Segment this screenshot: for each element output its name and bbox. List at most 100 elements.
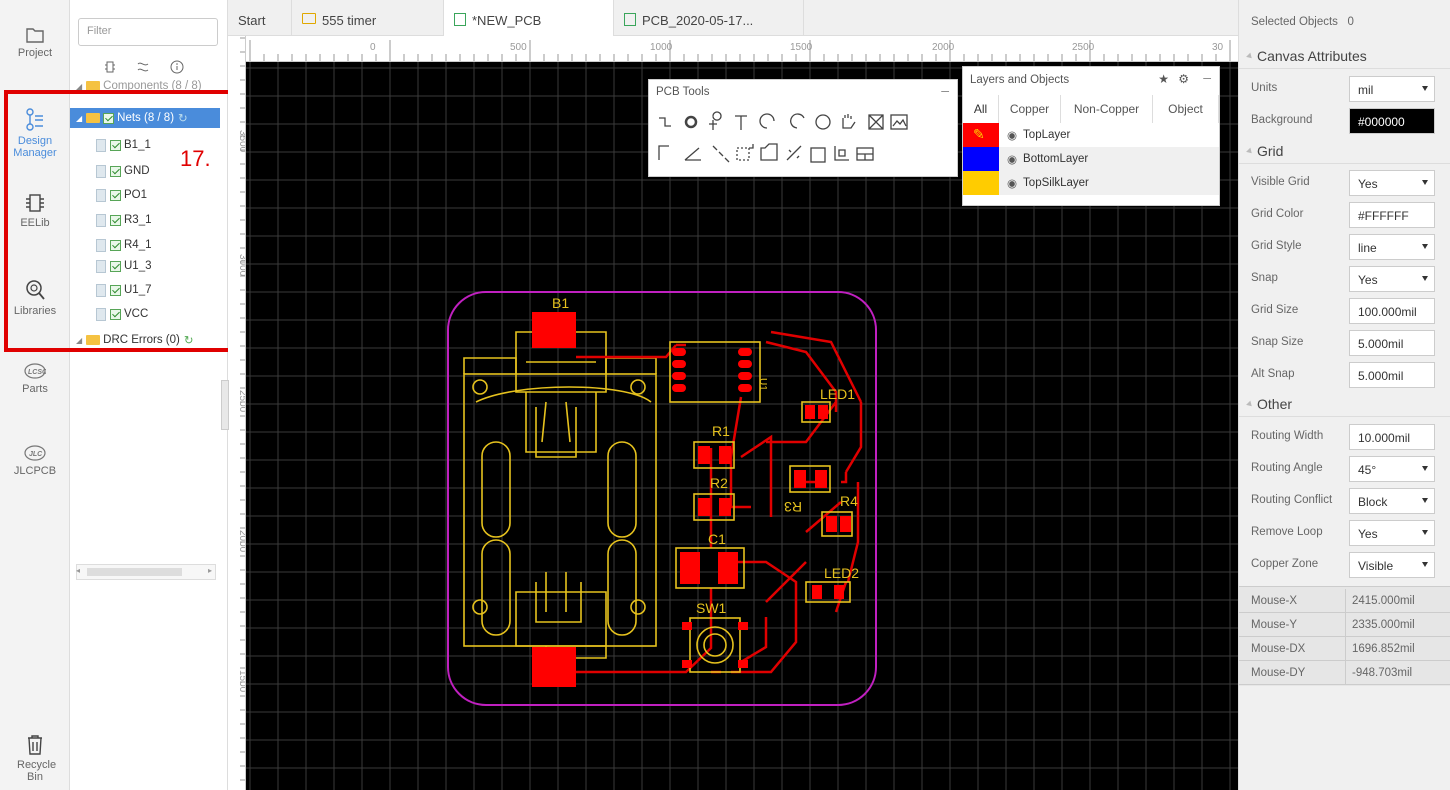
- sidebar-item-recycle-bin[interactable]: Recycle Bin: [0, 734, 70, 783]
- sidebar-item-parts[interactable]: LCSC Parts: [0, 362, 70, 395]
- canvas-origin-icon: [834, 146, 849, 161]
- routing-conflict-select[interactable]: Block: [1349, 488, 1435, 514]
- layer-color-swatch[interactable]: [963, 171, 999, 195]
- pin-icon[interactable]: ★: [1158, 72, 1169, 86]
- solid-region-icon: [760, 143, 778, 161]
- b1-pad-bottom[interactable]: [532, 647, 576, 687]
- routing-angle-select[interactable]: 45°: [1349, 456, 1435, 482]
- sw1-switch[interactable]: SW1: [682, 600, 748, 673]
- trash-icon: [28, 735, 42, 755]
- eye-icon[interactable]: ◉: [1007, 152, 1017, 166]
- arc-tool-icon: [759, 113, 775, 129]
- copper-traces[interactable]: [576, 330, 863, 674]
- routing-width-input[interactable]: 10.000mil: [1349, 424, 1435, 450]
- u1-ic[interactable]: U1: [669, 341, 768, 403]
- dimension-tool-icon: [658, 145, 669, 160]
- tab-object[interactable]: Object: [1153, 95, 1219, 123]
- prop-routing-angle: Routing Angle 45°: [1239, 452, 1450, 484]
- svg-text:LCSC: LCSC: [28, 369, 46, 376]
- tab-555-timer[interactable]: 555 timer: [292, 0, 444, 36]
- prop-routing-conflict: Routing Conflict Block: [1239, 484, 1450, 516]
- pcb-icon: [624, 13, 636, 26]
- prop-units: Units mil: [1239, 72, 1450, 104]
- info-icon[interactable]: [170, 60, 184, 74]
- grid-style-select[interactable]: line: [1349, 234, 1435, 260]
- tab-copper[interactable]: Copper: [999, 95, 1061, 123]
- led2[interactable]: LED2: [805, 565, 859, 603]
- mouse-x-row: Mouse-X 2415.000mil: [1239, 589, 1450, 613]
- r3-resistor[interactable]: R3: [784, 465, 831, 515]
- prop-grid-size: Grid Size 100.000mil: [1239, 294, 1450, 326]
- section-grid[interactable]: Grid: [1239, 138, 1450, 164]
- sidebar-label: Project: [17, 47, 53, 59]
- units-select[interactable]: mil: [1349, 76, 1435, 102]
- via-tool-icon: [709, 111, 722, 130]
- snap-select[interactable]: Yes: [1349, 266, 1435, 292]
- minimize-icon[interactable]: –: [1203, 69, 1211, 85]
- layer-color-swatch[interactable]: [963, 147, 999, 171]
- eye-icon[interactable]: ◉: [1007, 176, 1017, 190]
- folder-icon: [26, 28, 44, 43]
- eye-icon[interactable]: ◉: [1007, 128, 1017, 142]
- scrollbar-thumb[interactable]: [87, 568, 182, 576]
- r2-resistor[interactable]: R2: [693, 475, 735, 521]
- board-outline[interactable]: [447, 291, 877, 706]
- chevron-down-icon: [1422, 466, 1428, 471]
- minimize-icon[interactable]: –: [941, 82, 949, 98]
- visible-grid-select[interactable]: Yes: [1349, 170, 1435, 196]
- document-tabs: Start 555 timer *NEW_PCB PCB_2020-05-17.…: [228, 0, 1238, 36]
- net-icon[interactable]: [136, 60, 150, 74]
- tab-pcb-2020[interactable]: PCB_2020-05-17...: [614, 0, 804, 36]
- ruler-label: 30: [1212, 42, 1224, 53]
- prop-grid-style: Grid Style line: [1239, 230, 1450, 262]
- remove-loop-select[interactable]: Yes: [1349, 520, 1435, 546]
- tab-start[interactable]: Start: [228, 0, 292, 36]
- prop-routing-width: Routing Width 10.000mil: [1239, 420, 1450, 452]
- prop-background: Background #000000: [1239, 104, 1450, 136]
- mouse-y-row: Mouse-Y 2335.000mil: [1239, 613, 1450, 637]
- grid-size-input[interactable]: 100.000mil: [1349, 298, 1435, 324]
- left-panel-collapse-handle[interactable]: [221, 380, 229, 430]
- prop-snap-size: Snap Size 5.000mil: [1239, 326, 1450, 358]
- sidebar-item-project[interactable]: Project: [0, 26, 70, 59]
- background-color-field[interactable]: #000000: [1349, 108, 1435, 134]
- sidebar-item-jlcpcb[interactable]: JLC JLCPCB: [0, 444, 70, 477]
- prop-visible-grid: Visible Grid Yes: [1239, 166, 1450, 198]
- sidebar-label: Parts: [22, 383, 48, 395]
- gear-icon[interactable]: ⚙: [1178, 72, 1189, 86]
- rectangle-tool-icon: [810, 147, 826, 163]
- ruler-label: 2500: [237, 390, 246, 413]
- b1-label: B1: [552, 295, 569, 311]
- mouse-dy-row: Mouse-DY -948.703mil: [1239, 661, 1450, 685]
- grid-color-field[interactable]: #FFFFFF: [1349, 202, 1435, 228]
- layer-row-topsilk[interactable]: ◉ TopSilkLayer: [963, 171, 1219, 195]
- b1-pad-top[interactable]: [532, 312, 576, 348]
- sidebar-label: JLCPCB: [13, 465, 57, 477]
- annotation-highlight-box: 17.: [4, 90, 240, 352]
- section-other[interactable]: Other: [1239, 391, 1450, 417]
- tab-new-pcb[interactable]: *NEW_PCB: [444, 0, 614, 36]
- hole-tool-icon: [868, 114, 884, 130]
- snap-size-input[interactable]: 5.000mil: [1349, 330, 1435, 356]
- layer-row-bottom[interactable]: ◉ BottomLayer: [963, 147, 1219, 171]
- pcb-tools-title: PCB Tools: [656, 86, 710, 98]
- prop-alt-snap: Alt Snap 5.000mil: [1239, 358, 1450, 390]
- copper-zone-select[interactable]: Visible: [1349, 552, 1435, 578]
- layer-color-swatch[interactable]: ✎: [963, 123, 999, 147]
- c1-capacitor[interactable]: C1: [675, 531, 745, 589]
- chevron-down-icon: [1422, 86, 1428, 91]
- battery-holder-silkscreen[interactable]: [463, 331, 657, 659]
- tab-non-copper[interactable]: Non-Copper: [1061, 95, 1153, 123]
- r1-resistor[interactable]: R1: [693, 423, 735, 469]
- chip-small-icon[interactable]: [104, 60, 116, 74]
- mouse-coordinates: Mouse-X 2415.000mil Mouse-Y 2335.000mil Mo…: [1239, 586, 1450, 686]
- protractor-tool-icon: [684, 147, 701, 161]
- layers-title: Layers and Objects: [970, 74, 1070, 86]
- alt-snap-input[interactable]: 5.000mil: [1349, 362, 1435, 388]
- section-canvas-attributes[interactable]: Canvas Attributes: [1239, 43, 1450, 69]
- tab-all[interactable]: All: [963, 95, 999, 123]
- tree-horizontal-scrollbar[interactable]: ◂ ▸: [76, 564, 216, 580]
- filter-input[interactable]: Filter: [78, 18, 218, 46]
- r2-label: R2: [710, 475, 728, 491]
- layer-row-top[interactable]: ✎ ◉ TopLayer: [963, 123, 1219, 147]
